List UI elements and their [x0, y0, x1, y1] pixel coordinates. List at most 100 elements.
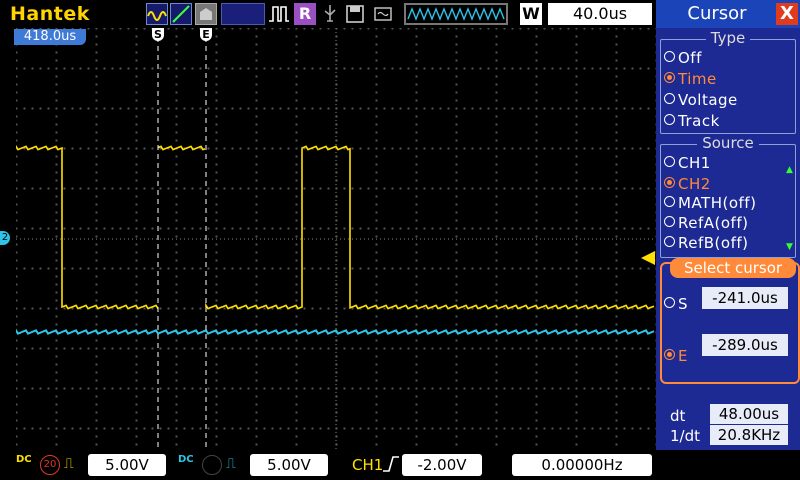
- grid-dot: [135, 355, 138, 358]
- save-icon[interactable]: [345, 3, 365, 25]
- grid-dot: [623, 227, 626, 230]
- ch2-scale[interactable]: 5.00V: [250, 454, 328, 476]
- scroll-up-icon[interactable]: ▲: [786, 165, 793, 175]
- grid-dot: [215, 371, 218, 374]
- display-mode-icon[interactable]: [170, 3, 192, 25]
- source-option-ch1[interactable]: CH1: [664, 154, 711, 172]
- ch1-coupling[interactable]: DC: [16, 455, 32, 465]
- grid-dot: [15, 283, 18, 286]
- grid-dot: [71, 147, 74, 150]
- grid-dot: [375, 347, 378, 350]
- grid-dot: [175, 379, 178, 382]
- grid-dot: [295, 67, 298, 70]
- grid-dot: [207, 107, 210, 110]
- grid-dot: [639, 387, 642, 390]
- grid-dot: [95, 323, 98, 326]
- run-mode-r-icon[interactable]: R: [294, 3, 316, 25]
- persistence-icon[interactable]: [195, 3, 217, 25]
- ch1-bandwidth-limit[interactable]: 20: [40, 455, 60, 475]
- grid-dot: [215, 75, 218, 78]
- grid-dot: [95, 131, 98, 134]
- grid-dot: [303, 387, 306, 390]
- grid-dot: [383, 147, 386, 150]
- grid-dot: [495, 323, 498, 326]
- grid-dot: [447, 387, 450, 390]
- source-option-ch2[interactable]: CH2: [664, 175, 711, 193]
- grid-dot: [599, 227, 602, 230]
- grid-dot: [607, 227, 610, 230]
- scroll-down-icon[interactable]: ▼: [786, 242, 793, 252]
- grid-dot: [479, 147, 482, 150]
- source-option-refb[interactable]: RefB(off): [664, 234, 749, 252]
- trigger-level[interactable]: -2.00V: [402, 454, 482, 476]
- ch2-coupling[interactable]: DC: [178, 455, 194, 465]
- grid-dot: [135, 107, 138, 110]
- grid-dot: [495, 235, 498, 238]
- grid-dot: [175, 211, 178, 214]
- cursor-s-option[interactable]: S: [664, 295, 688, 313]
- grid-dot: [15, 307, 18, 310]
- grid-dot: [255, 59, 258, 62]
- grid-dot: [191, 107, 194, 110]
- grid-dot: [631, 227, 634, 230]
- radio-icon: [664, 93, 675, 104]
- grid-dot: [439, 67, 442, 70]
- ch2-ground-marker[interactable]: 2: [0, 231, 10, 245]
- cursor-s-tag[interactable]: S: [152, 28, 164, 41]
- grid-dot: [303, 307, 306, 310]
- type-option-time[interactable]: Time: [664, 70, 717, 88]
- grid-dot: [135, 203, 138, 206]
- grid-dot: [623, 147, 626, 150]
- acquire-mode-icon[interactable]: [146, 3, 168, 25]
- grid-dot: [375, 323, 378, 326]
- grid-dot: [543, 147, 546, 150]
- grid-dot: [135, 283, 138, 286]
- window-mode-w-icon[interactable]: W: [520, 3, 542, 25]
- grid-dot: [639, 107, 642, 110]
- grid-dot: [367, 147, 370, 150]
- grid-dot: [367, 27, 370, 30]
- grid-dot: [351, 347, 354, 350]
- cursor-e-value[interactable]: -289.0us: [702, 334, 788, 356]
- grid-dot: [95, 379, 98, 382]
- grid-dot: [479, 187, 482, 190]
- grid-dot: [487, 147, 490, 150]
- grid-dot: [375, 371, 378, 374]
- grid-dot: [31, 387, 34, 390]
- grid-dot: [55, 299, 58, 302]
- source-option-math[interactable]: MATH(off): [664, 194, 756, 212]
- grid-dot: [15, 171, 18, 174]
- type-option-voltage[interactable]: Voltage: [664, 91, 738, 109]
- grid-dot: [255, 187, 258, 190]
- grid-dot: [535, 83, 538, 86]
- grid-dot: [503, 27, 506, 30]
- cursor-e-tag[interactable]: E: [200, 28, 212, 41]
- ch1-scale[interactable]: 5.00V: [88, 454, 166, 476]
- grid-dot: [23, 227, 26, 230]
- grid-dot: [207, 187, 210, 190]
- grid-dot: [15, 219, 18, 222]
- grid-dot: [415, 427, 418, 430]
- close-button[interactable]: X: [776, 3, 798, 25]
- grid-dot: [511, 427, 514, 430]
- grid-dot: [263, 347, 266, 350]
- cursor-e-option[interactable]: E: [664, 347, 687, 365]
- timebase-readout[interactable]: 40.0us: [548, 3, 652, 25]
- grid-dot: [551, 67, 554, 70]
- grid-dot: [359, 347, 362, 350]
- trigger-level-marker[interactable]: [641, 251, 655, 265]
- grid-dot: [15, 411, 18, 414]
- source-option-refa[interactable]: RefA(off): [664, 214, 748, 232]
- trigger-source[interactable]: CH1: [352, 456, 383, 474]
- grid-dot: [223, 187, 226, 190]
- grid-dot: [431, 227, 434, 230]
- type-option-track[interactable]: Track: [664, 112, 720, 130]
- grid-dot: [279, 27, 282, 30]
- cursor-s-value[interactable]: -241.0us: [702, 287, 788, 309]
- waveform-display[interactable]: [15, 27, 658, 450]
- grid-dot: [599, 427, 602, 430]
- grid-dot: [559, 67, 562, 70]
- grid-dot: [55, 323, 58, 326]
- ch2-bandwidth-icon[interactable]: [202, 455, 222, 475]
- type-option-off[interactable]: Off: [664, 49, 702, 67]
